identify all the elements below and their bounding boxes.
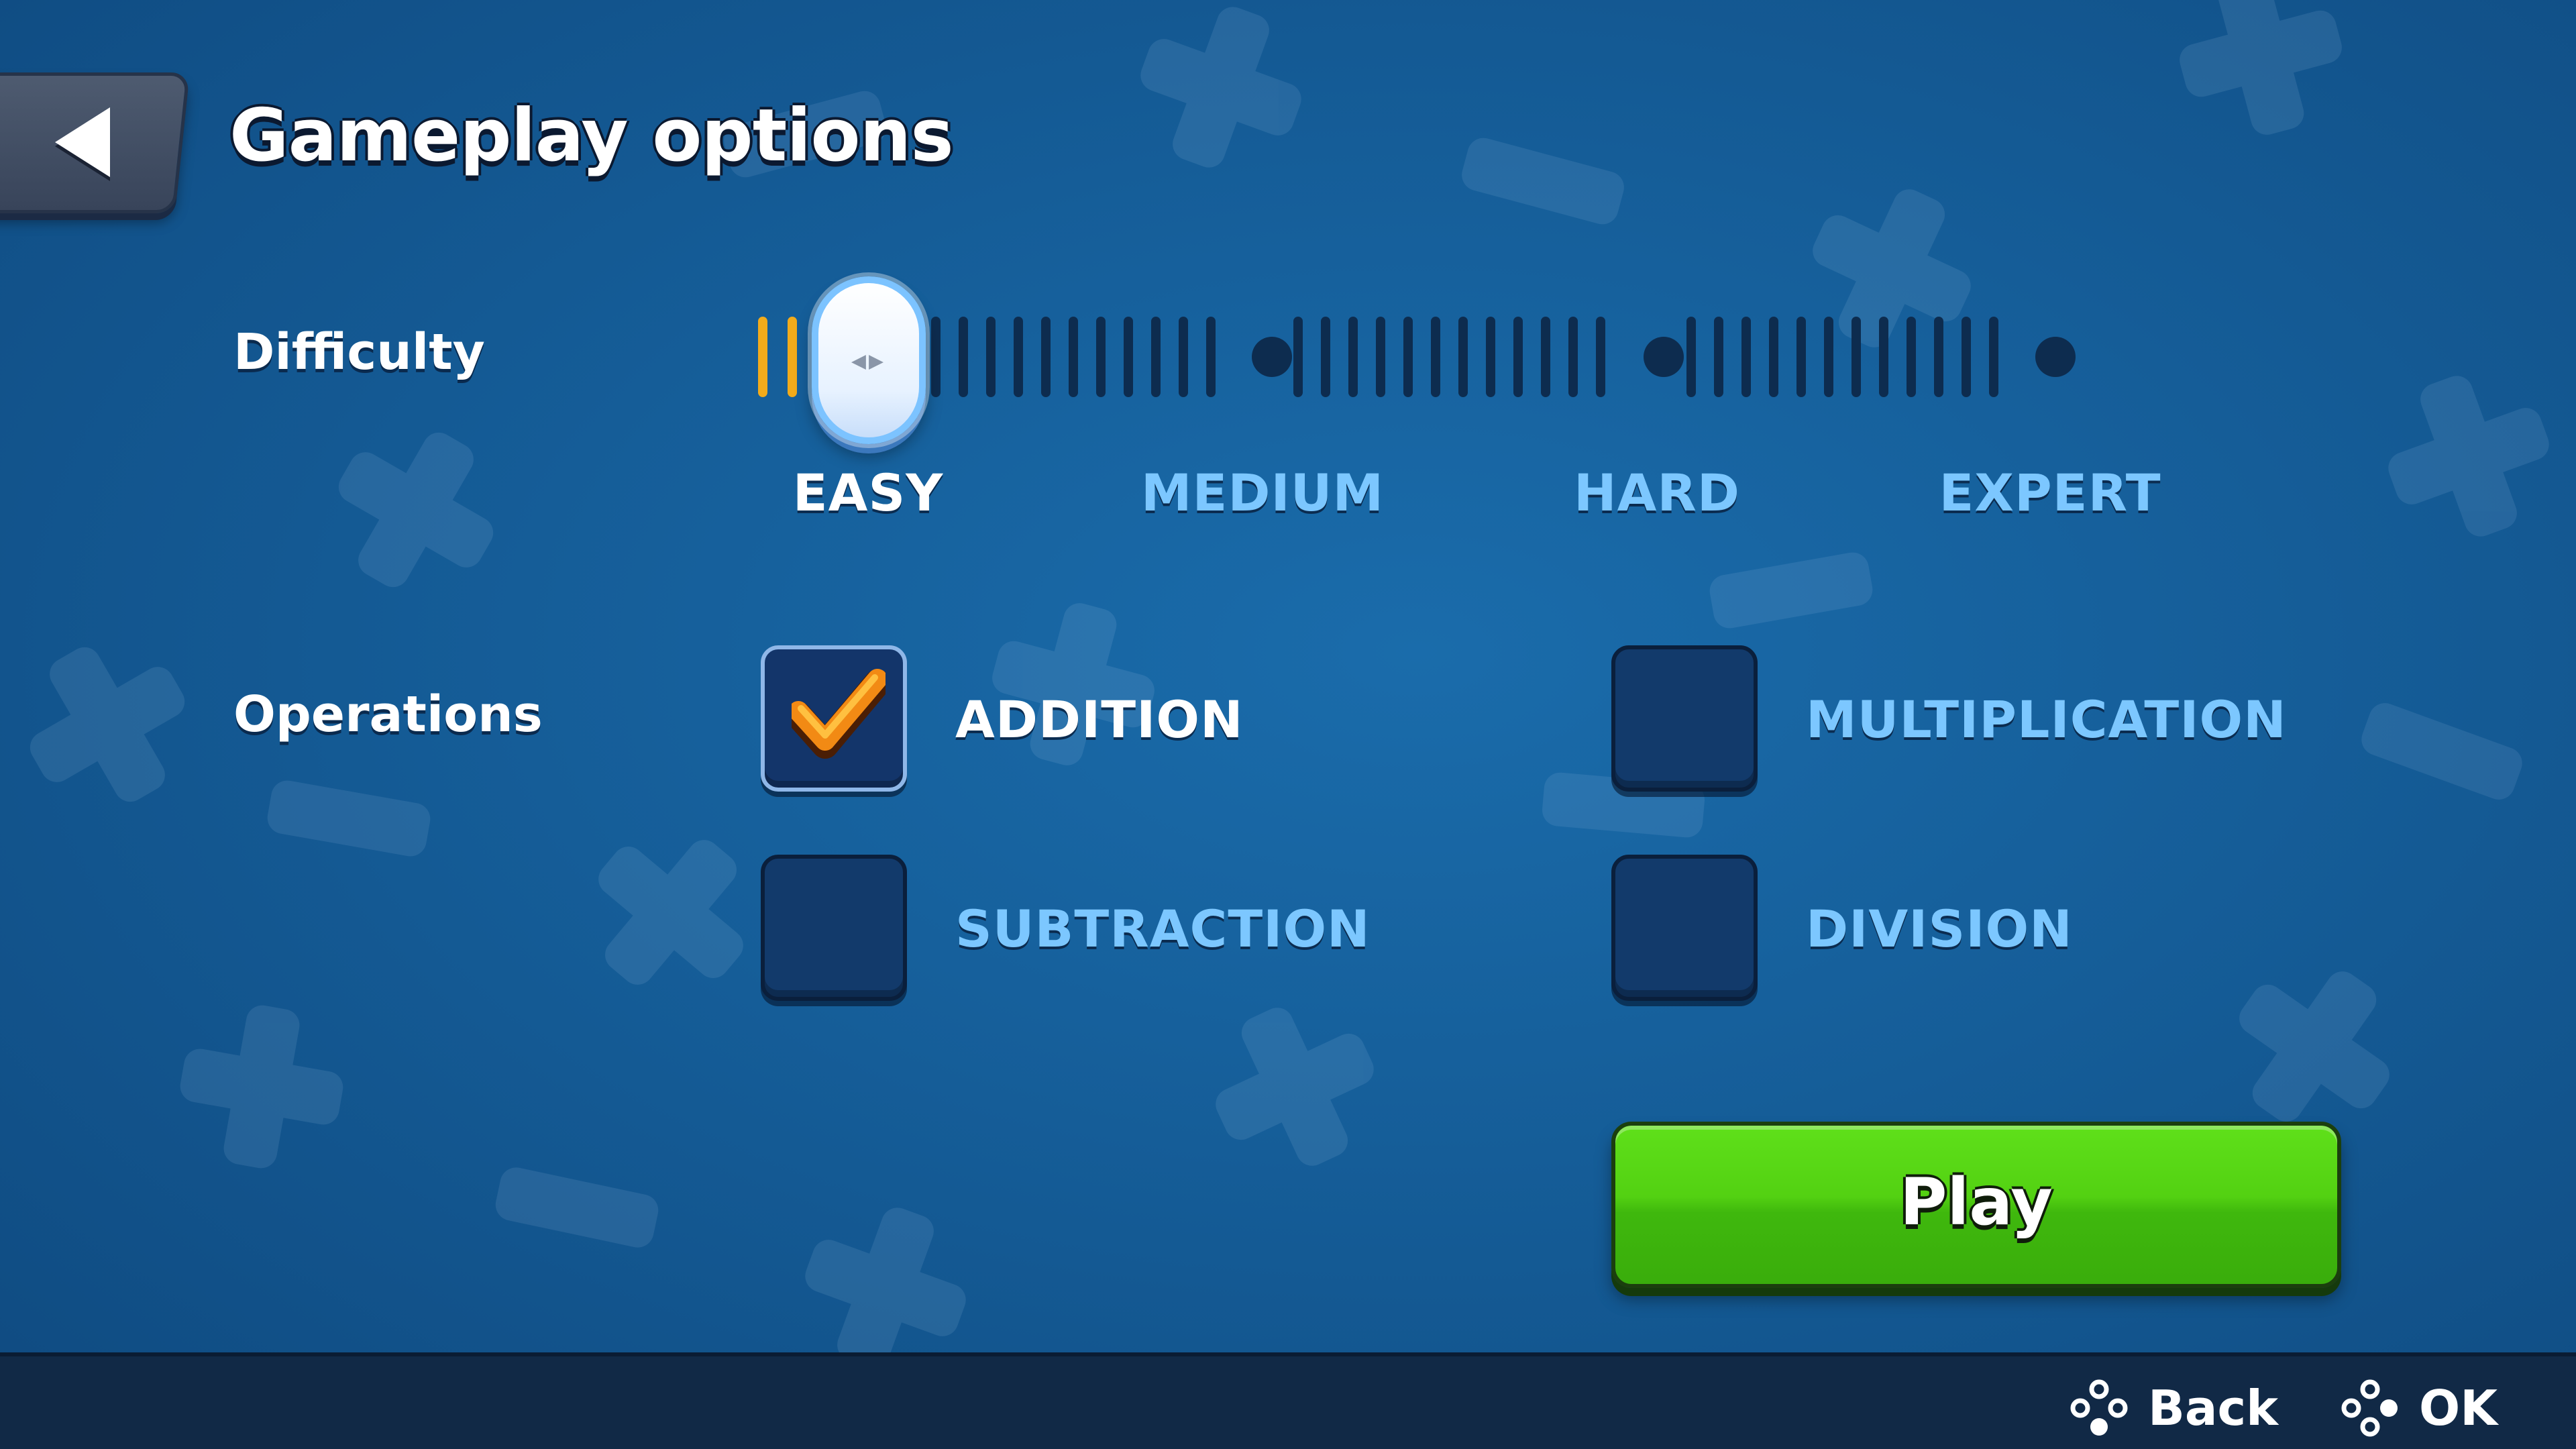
slider-tick [1403,317,1413,397]
slider-tick [1293,317,1303,397]
slider-tick [1014,317,1023,397]
slider-stop-hard [1644,337,1684,377]
slider-tick [1907,317,1916,397]
ok-hint-label: OK [2419,1380,2498,1436]
slider-tick [1741,317,1751,397]
slider-tick [1486,317,1495,397]
addition-label[interactable]: ADDITION [955,690,1244,749]
level-easy[interactable]: EASY [793,463,944,523]
slider-stop-expert [2035,337,2076,377]
slider-tick [1686,317,1696,397]
controls-hint-bar: Back OK [0,1352,2576,1449]
slider-tick [959,317,968,397]
slider-tick [1431,317,1440,397]
gamepad-buttons-icon [2341,1379,2398,1437]
slider-tick [1321,317,1330,397]
back-hint-label: Back [2148,1380,2279,1436]
division-label[interactable]: DIVISION [1806,899,2073,959]
back-hint[interactable]: Back [2070,1379,2278,1437]
slider-tick [1458,317,1468,397]
slider-tick [1934,317,1943,397]
drag-arrows-icon: ◂▸ [851,343,887,378]
slider-tick [1151,317,1161,397]
slider-knob[interactable]: ◂▸ [812,276,926,444]
operations-label: Operations [233,686,543,743]
addition-checkbox[interactable] [761,645,907,792]
slider-tick [1989,317,1998,397]
division-checkbox[interactable] [1611,855,1758,1001]
slider-tick [1824,317,1833,397]
slider-tick [1851,317,1861,397]
play-label: Play [1900,1165,2053,1240]
level-expert[interactable]: EXPERT [1939,463,2161,523]
slider-tick [1179,317,1188,397]
play-button[interactable]: Play [1611,1122,2341,1288]
subtraction-checkbox[interactable] [761,855,907,1001]
slider-tick-filled [758,317,767,397]
slider-tick [1879,317,1888,397]
slider-tick [1513,317,1523,397]
level-hard[interactable]: HARD [1574,463,1740,523]
slider-tick [931,317,941,397]
multiplication-checkbox[interactable] [1611,645,1758,792]
slider-tick [1069,317,1078,397]
slider-tick [1096,317,1106,397]
slider-tick [1124,317,1133,397]
slider-tick [1596,317,1605,397]
slider-tick [1568,317,1578,397]
slider-tick [1796,317,1806,397]
subtraction-label[interactable]: SUBTRACTION [955,899,1371,959]
slider-tick [1962,317,1971,397]
checkmark-icon [792,669,885,759]
page-title: Gameplay options [229,94,954,178]
slider-tick [986,317,996,397]
slider-tick [1541,317,1550,397]
gamepad-buttons-icon [2070,1379,2128,1436]
slider-tick [1348,317,1358,397]
slider-tick [1714,317,1723,397]
ok-hint[interactable]: OK [2341,1379,2498,1437]
difficulty-slider[interactable]: ◂▸ [758,276,2100,444]
level-medium[interactable]: MEDIUM [1141,463,1384,523]
slider-tick [1206,317,1216,397]
slider-tick [1376,317,1385,397]
slider-stop-medium [1252,337,1292,377]
multiplication-label[interactable]: MULTIPLICATION [1806,690,2287,749]
slider-tick [1769,317,1778,397]
back-arrow-icon[interactable] [55,107,110,177]
difficulty-label: Difficulty [233,323,485,381]
slider-tick [1041,317,1051,397]
slider-tick-filled [788,317,797,397]
